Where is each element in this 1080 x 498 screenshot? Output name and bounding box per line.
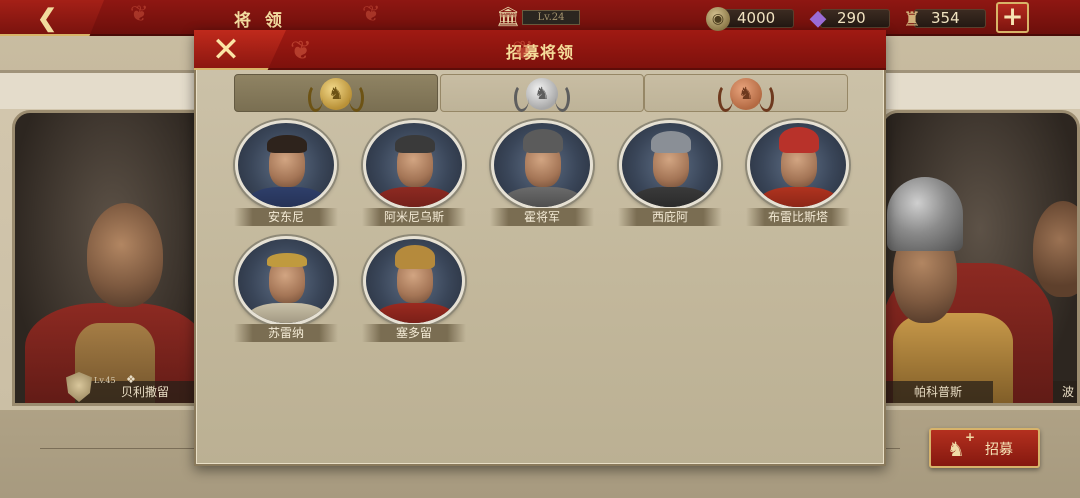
close-icon: ✕ <box>211 30 241 70</box>
hero-outfit <box>246 187 328 207</box>
hero-card-burebista[interactable]: 布雷比斯塔 <box>746 120 850 226</box>
hero-name: 安东尼 <box>234 208 338 226</box>
bg-hero-portrait <box>87 203 163 307</box>
hero-name: 塞多留 <box>362 324 466 342</box>
hero-card-surena[interactable]: 苏雷纳 <box>234 236 338 342</box>
hero-card-antony[interactable]: 安东尼 <box>234 120 338 226</box>
back-arrow-icon: ❮ <box>36 3 58 32</box>
hero-portrait <box>363 120 465 210</box>
coin-amount: 4000 <box>720 9 794 28</box>
gem-icon: ◆ <box>809 6 827 31</box>
hero-portrait <box>619 120 721 210</box>
scroll-icon: ♜ <box>903 7 921 31</box>
hero-card-general-huo[interactable]: 霍将军 <box>490 120 594 226</box>
back-button[interactable]: ❮ <box>0 0 104 36</box>
hero-name: 西庇阿 <box>618 208 722 226</box>
hero-portrait <box>491 120 593 210</box>
laurel-decoration-icon: ❦ <box>512 36 534 66</box>
add-resource-button[interactable]: + <box>996 2 1029 33</box>
scroll-amount: 354 <box>914 9 986 28</box>
hero-headband <box>267 253 307 267</box>
hero-outfit <box>630 187 712 207</box>
hero-helmet <box>523 129 563 153</box>
hero-outfit <box>246 303 328 323</box>
hero-helmet <box>395 245 435 269</box>
bg-hero-portrait-far <box>1033 201 1077 297</box>
gem-resource[interactable]: ◆ 290 <box>806 6 890 31</box>
gold-laurel-helmet-icon: ♞ <box>308 78 364 112</box>
tier-tabs: ♞ ♞ ♞ <box>234 74 850 114</box>
bg-hero-card-right[interactable]: 帕科普斯 波 <box>880 110 1080 406</box>
hero-crown <box>779 127 819 153</box>
laurel-decoration-icon: ❦ <box>130 2 149 27</box>
coin-resource[interactable]: ◉ 4000 <box>706 7 794 31</box>
bg-hero-name-far: 波 <box>1053 381 1077 403</box>
hero-card-scipio[interactable]: 西庇阿 <box>618 120 722 226</box>
bg-hero-card-left[interactable]: 贝利撒留 <box>12 110 212 406</box>
hero-outfit <box>502 187 584 207</box>
city-level-indicator[interactable]: 🏛 Lv.24 <box>494 6 590 28</box>
hero-name: 霍将军 <box>490 208 594 226</box>
hero-hair <box>395 135 435 153</box>
hero-portrait <box>747 120 849 210</box>
hero-portrait <box>363 236 465 326</box>
city-level: Lv.24 <box>522 10 580 25</box>
hero-card-sertorius[interactable]: 塞多留 <box>362 236 466 342</box>
recruit-button-label: 招募 <box>985 442 1013 458</box>
silver-laurel-helmet-icon: ♞ <box>514 78 570 112</box>
dialog-title: 招募将领 <box>505 43 574 62</box>
recruit-dialog: ❦ 招募将领 ❦ ✕ ♞ ♞ ♞ 安东尼 阿米尼乌斯 霍将军 西庇阿 布雷比斯塔… <box>194 30 886 466</box>
coin-icon: ◉ <box>706 7 730 31</box>
hero-portrait <box>235 120 337 210</box>
dialog-header: ❦ 招募将领 ❦ <box>194 30 886 70</box>
tab-gold-tier[interactable]: ♞ <box>234 74 438 112</box>
bg-hero-wings-icon: ❖ <box>126 373 136 386</box>
hero-name: 布雷比斯塔 <box>746 208 850 226</box>
tab-silver-tier[interactable]: ♞ <box>440 74 644 112</box>
hero-outfit <box>758 187 840 207</box>
page-title: 将 领 <box>234 11 286 31</box>
hero-headwrap <box>651 131 691 153</box>
bg-hero-helmet <box>887 177 963 251</box>
scroll-resource[interactable]: ♜ 354 <box>900 7 986 31</box>
plus-icon: + <box>965 430 976 444</box>
gem-amount: 290 <box>820 9 890 28</box>
tab-bronze-tier[interactable]: ♞ <box>644 74 848 112</box>
hero-outfit <box>374 303 456 323</box>
building-icon: 🏛 <box>495 6 521 28</box>
hero-name: 苏雷纳 <box>234 324 338 342</box>
hero-card-arminius[interactable]: 阿米尼乌斯 <box>362 120 466 226</box>
bg-hero-level: Lv.45 <box>94 376 116 385</box>
laurel-decoration-icon: ❦ <box>362 2 381 27</box>
hero-portrait <box>235 236 337 326</box>
bronze-laurel-helmet-icon: ♞ <box>718 78 774 112</box>
hero-hair <box>267 135 307 153</box>
recruit-button[interactable]: ♞ + 招募 <box>929 428 1040 468</box>
hero-outfit <box>374 187 456 207</box>
hero-name: 阿米尼乌斯 <box>362 208 466 226</box>
bg-hero-name: 帕科普斯 <box>883 381 993 403</box>
